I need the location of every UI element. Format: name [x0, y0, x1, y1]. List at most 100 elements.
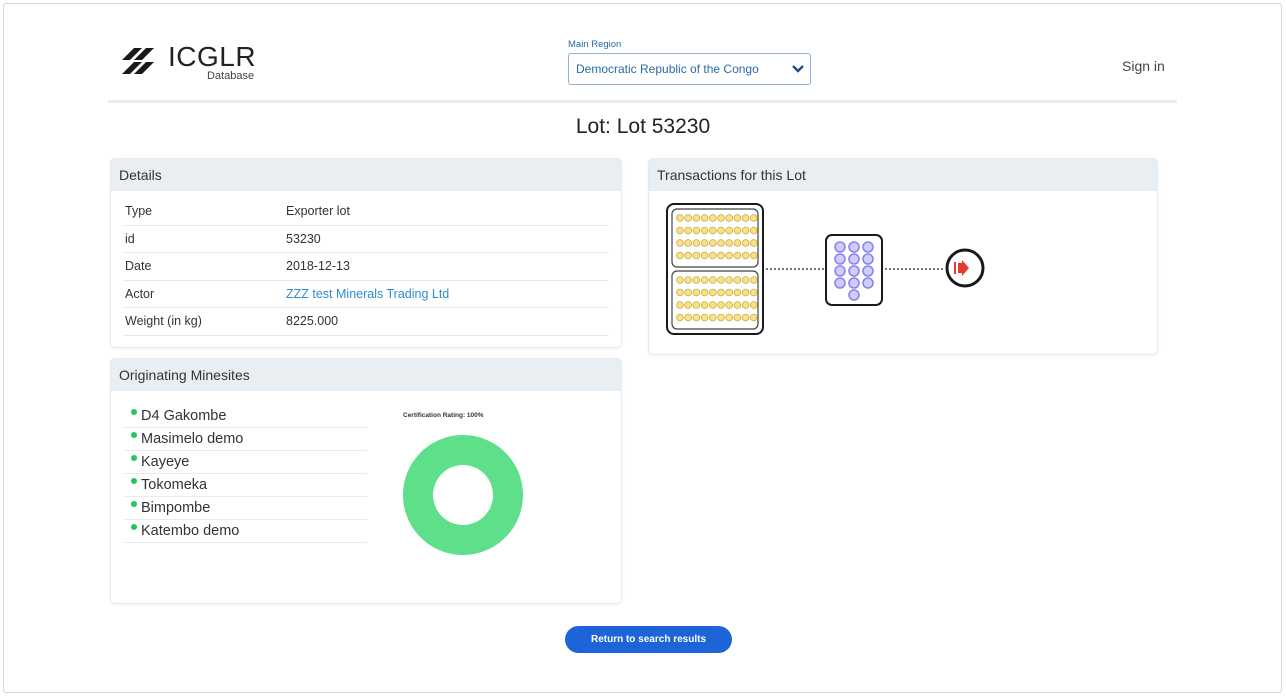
minesite-name: Bimpombe	[141, 500, 211, 516]
node-dot	[684, 301, 692, 309]
details-row-actor: Actor ZZZ test Minerals Trading Ltd	[123, 281, 609, 308]
region-selector: Main Region Democratic Republic of the C…	[568, 39, 811, 85]
node-dot	[848, 253, 860, 265]
node-dot	[834, 241, 846, 253]
node-dot	[708, 276, 717, 284]
minesite-name: Katembo demo	[141, 523, 240, 539]
node-dot	[708, 301, 717, 309]
node-dot	[692, 226, 701, 235]
node-dot	[834, 253, 846, 265]
details-row-id: id 53230	[123, 226, 609, 253]
node-dot	[700, 214, 709, 222]
intermediate-node[interactable]	[825, 234, 883, 306]
node-dot	[676, 239, 684, 247]
node-dot	[733, 301, 742, 309]
region-dropdown[interactable]: Democratic Republic of the Congo	[568, 53, 811, 85]
node-dot	[733, 288, 742, 297]
node-dot	[725, 239, 733, 247]
node-dot	[700, 251, 709, 260]
node-dot	[725, 214, 733, 222]
node-dot	[725, 276, 733, 284]
details-panel: Details Type Exporter lot id 53230 Date …	[110, 158, 622, 348]
status-dot-icon	[131, 501, 137, 507]
node-dot	[834, 265, 846, 277]
node-dot	[733, 251, 742, 260]
node-dot	[725, 313, 733, 322]
node-dot	[676, 226, 684, 235]
details-value: 53230	[286, 231, 321, 246]
node-dot	[708, 214, 717, 222]
details-value: 2018-12-13	[286, 259, 350, 274]
node-dot	[692, 214, 701, 222]
status-dot-icon	[131, 432, 137, 438]
node-dot	[733, 214, 742, 222]
node-dot	[733, 239, 742, 247]
node-dot	[725, 301, 733, 309]
node-dot	[750, 251, 758, 260]
node-dot	[684, 239, 692, 247]
node-dot	[692, 301, 701, 309]
node-dot	[684, 214, 692, 222]
exit-node-icon[interactable]	[945, 248, 985, 288]
list-item[interactable]: Bimpombe	[123, 497, 367, 520]
node-dot	[750, 239, 758, 247]
node-dot	[684, 288, 692, 297]
minesite-name: Masimelo demo	[141, 431, 244, 447]
details-row-weight: Weight (in kg) 8225.000	[123, 308, 609, 336]
node-dot	[733, 226, 742, 235]
node-dot	[741, 301, 750, 309]
details-key: Weight (in kg)	[125, 314, 202, 329]
node-dot	[676, 251, 684, 260]
list-item[interactable]: Katembo demo	[123, 520, 367, 543]
list-item[interactable]: D4 Gakombe	[123, 405, 367, 428]
node-dot	[700, 288, 709, 297]
details-key: Date	[125, 259, 152, 274]
sign-in-link[interactable]: Sign in	[1122, 58, 1165, 74]
node-dot	[700, 226, 709, 235]
node-dot	[750, 226, 758, 235]
details-value: 8225.000	[286, 314, 339, 329]
logo-mark-icon	[122, 48, 154, 74]
node-dot	[750, 276, 758, 284]
node-dot	[708, 313, 717, 322]
node-dot	[741, 276, 750, 284]
list-item[interactable]: Masimelo demo	[123, 428, 367, 451]
source-node[interactable]	[666, 203, 764, 335]
actor-link[interactable]: ZZZ test Minerals Trading Ltd	[286, 287, 449, 301]
minesites-panel: Originating Minesites D4 Gakombe Masimel…	[110, 358, 622, 604]
transactions-heading: Transactions for this Lot	[649, 159, 1157, 191]
icglr-logo[interactable]: ICGLR Database	[120, 42, 256, 82]
node-dot	[741, 226, 750, 235]
node-dot	[733, 313, 742, 322]
node-dot	[862, 265, 874, 277]
node-dot	[717, 276, 725, 284]
node-dot	[676, 276, 684, 284]
node-dot	[741, 288, 750, 297]
node-dot	[676, 288, 684, 297]
chevron-down-icon	[792, 62, 804, 76]
status-dot-icon	[131, 524, 137, 530]
node-dot	[676, 301, 684, 309]
node-dot	[692, 288, 701, 297]
minesite-name: Kayeye	[141, 454, 190, 470]
node-dot	[700, 276, 709, 284]
node-dot	[717, 239, 725, 247]
node-dot	[700, 239, 709, 247]
node-dot	[741, 214, 750, 222]
list-item[interactable]: Tokomeka	[123, 474, 367, 497]
node-dot	[862, 241, 874, 253]
node-dot	[834, 277, 846, 289]
node-dot	[684, 276, 692, 284]
minesites-heading: Originating Minesites	[111, 359, 621, 391]
node-dot	[692, 313, 701, 322]
list-item[interactable]: Kayeye	[123, 451, 367, 474]
minesite-list: D4 Gakombe Masimelo demo Kayeye Tokomeka…	[123, 405, 367, 543]
node-dot	[733, 276, 742, 284]
donut-slice-certified	[402, 435, 523, 555]
node-dot	[708, 239, 717, 247]
node-dot	[717, 226, 725, 235]
node-dot	[692, 276, 701, 284]
node-dot	[717, 214, 725, 222]
node-dot	[725, 251, 733, 260]
return-to-search-button[interactable]: Return to search results	[565, 626, 732, 653]
